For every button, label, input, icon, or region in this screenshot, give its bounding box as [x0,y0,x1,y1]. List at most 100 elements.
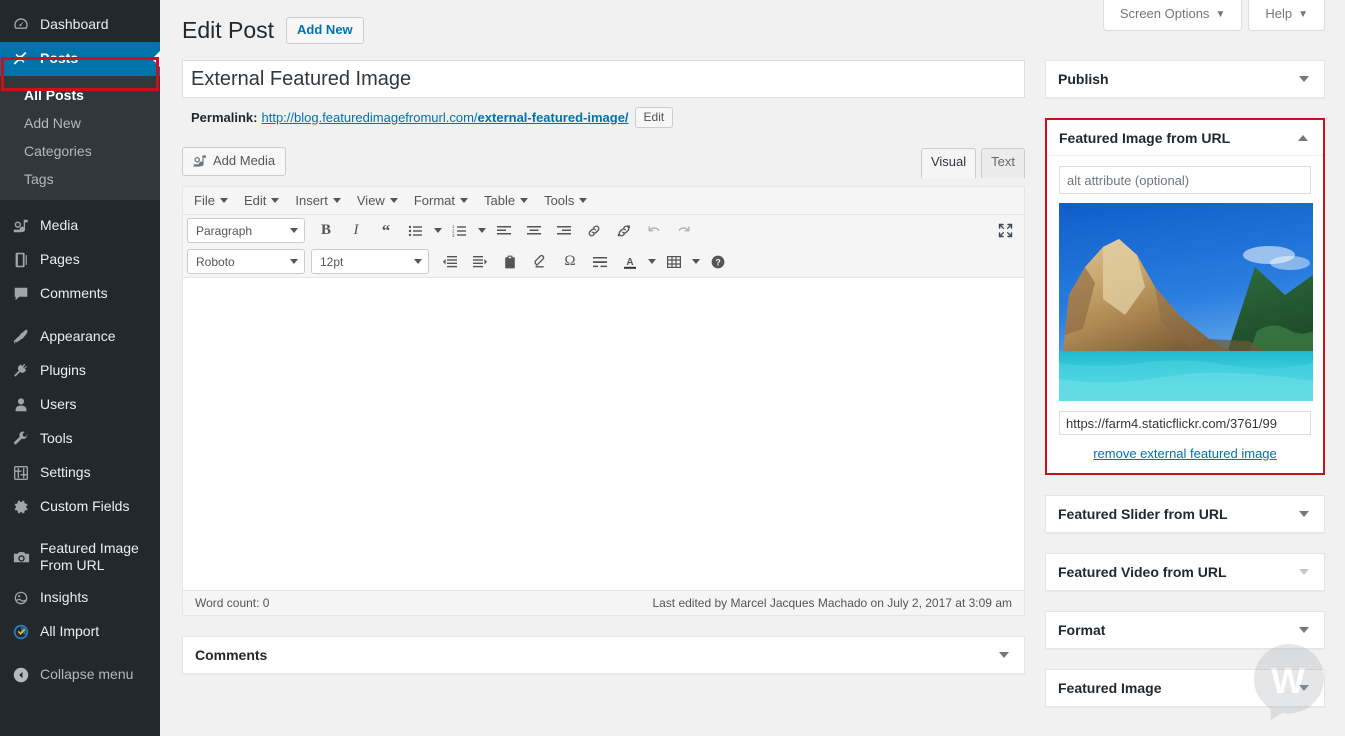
numbered-list-caret-icon[interactable] [475,218,489,243]
insert-link-icon[interactable] [579,218,609,243]
blockquote-icon[interactable]: “ [371,218,401,243]
chevron-down-icon[interactable] [1296,564,1312,580]
menu-tools[interactable]: Tools [536,190,595,212]
text-color-icon[interactable]: A [615,249,645,274]
text-color-caret-icon[interactable] [645,249,659,274]
menu-insert[interactable]: Insert [287,190,349,212]
sidebar-subitem-all-posts[interactable]: All Posts [0,81,160,109]
chevron-down-icon[interactable] [1296,680,1312,696]
format-metabox-header[interactable]: Format [1046,612,1324,648]
sidebar-item-custom-fields[interactable]: Custom Fields [0,490,160,524]
sidebar-item-label: Insights [40,589,88,607]
chevron-up-icon[interactable] [1295,130,1311,146]
sidebar-item-media[interactable]: Media [0,209,160,243]
edit-permalink-button[interactable]: Edit [635,107,674,128]
menu-edit[interactable]: Edit [236,190,287,212]
help-button[interactable]: Help▼ [1248,0,1325,31]
sidebar-item-tools[interactable]: Tools [0,422,160,456]
sidebar-item-users[interactable]: Users [0,388,160,422]
fifu-remove-link[interactable]: remove external featured image [1059,446,1311,461]
indent-icon[interactable] [465,249,495,274]
menu-format-label: Format [414,193,455,208]
redo-icon[interactable] [669,218,699,243]
fifu-metabox-title: Featured Image from URL [1059,130,1230,146]
chevron-down-icon: ▼ [1215,6,1225,23]
fullscreen-icon[interactable] [992,218,1018,243]
sidebar-item-insights[interactable]: Insights [0,581,160,615]
menu-file[interactable]: File [186,190,236,212]
table-caret-icon[interactable] [689,249,703,274]
special-character-icon[interactable]: Ω [555,249,585,274]
sidebar-subitem-tags[interactable]: Tags [0,165,160,193]
post-content-editable[interactable] [183,277,1024,590]
align-left-icon[interactable] [489,218,519,243]
featured-video-metabox-header[interactable]: Featured Video from URL [1046,554,1324,590]
sidebar-item-featured-image-from-url[interactable]: Featured Image From URL [0,533,160,581]
menu-tools-label: Tools [544,193,574,208]
sidebar-item-collapse-menu[interactable]: Collapse menu [0,658,160,692]
sidebar-item-comments[interactable]: Comments [0,277,160,311]
sidebar-item-appearance[interactable]: Appearance [0,320,160,354]
screen-options-button[interactable]: Screen Options▼ [1103,0,1243,31]
featured-image-metabox-title: Featured Image [1058,680,1161,696]
remove-link-icon[interactable] [609,218,639,243]
featured-image-metabox-header[interactable]: Featured Image [1046,670,1324,706]
chevron-down-icon[interactable] [1296,506,1312,522]
help-label: Help [1265,6,1292,21]
fifu-alt-input[interactable] [1059,166,1311,194]
undo-icon[interactable] [639,218,669,243]
horizontal-line-icon[interactable] [585,249,615,274]
font-size-select[interactable]: 12pt [311,249,429,274]
sidebar-item-posts[interactable]: Posts [0,42,160,76]
post-title-input[interactable] [182,60,1025,98]
permalink-label: Permalink: [191,110,257,125]
menu-table[interactable]: Table [476,190,536,212]
chevron-down-icon [390,198,398,203]
menu-format[interactable]: Format [406,190,476,212]
add-new-button[interactable]: Add New [286,17,364,44]
sidebar-subitem-categories[interactable]: Categories [0,137,160,165]
tab-visual[interactable]: Visual [921,148,976,178]
clear-formatting-icon[interactable] [525,249,555,274]
chevron-down-icon[interactable] [996,647,1012,663]
font-family-select[interactable]: Roboto [187,249,305,274]
comments-metabox-header[interactable]: Comments [183,637,1024,673]
editor-tools: Add Media Visual Text [182,143,1025,186]
sidebar-item-all-import[interactable]: All Import [0,615,160,649]
media-icon [11,216,31,236]
sidebar-subitem-add-new[interactable]: Add New [0,109,160,137]
sidebar-item-plugins[interactable]: Plugins [0,354,160,388]
bullet-list-caret-icon[interactable] [431,218,445,243]
italic-icon[interactable]: I [341,218,371,243]
format-select[interactable]: Paragraph [187,218,305,243]
wp-body: Screen Options▼ Help▼ Edit Post Add New … [160,0,1345,736]
keyboard-shortcuts-help-icon[interactable]: ? [703,249,733,274]
chevron-down-icon[interactable] [1296,622,1312,638]
menu-view[interactable]: View [349,190,406,212]
pin-icon [11,49,31,69]
sidebar-item-dashboard[interactable]: Dashboard [0,8,160,42]
align-right-icon[interactable] [549,218,579,243]
sidebar-item-pages[interactable]: Pages [0,243,160,277]
publish-metabox-header[interactable]: Publish [1046,61,1324,97]
menu-separator [0,649,160,658]
sidebar-item-settings[interactable]: Settings [0,456,160,490]
screen-meta-links: Screen Options▼ Help▼ [1103,0,1325,31]
tab-text[interactable]: Text [981,148,1025,178]
chevron-down-icon[interactable] [1296,71,1312,87]
outdent-icon[interactable] [435,249,465,274]
permalink-link[interactable]: http://blog.featuredimagefromurl.com/ext… [261,110,628,125]
paste-as-text-icon[interactable] [495,249,525,274]
bullet-list-icon[interactable] [401,218,431,243]
align-center-icon[interactable] [519,218,549,243]
fifu-url-input[interactable] [1059,411,1311,435]
fifu-metabox-header[interactable]: Featured Image from URL [1047,120,1323,156]
featured-slider-metabox-header[interactable]: Featured Slider from URL [1046,496,1324,532]
table-icon[interactable] [659,249,689,274]
add-media-button[interactable]: Add Media [182,147,286,176]
users-icon [11,395,31,415]
last-edited-info: Last edited by Marcel Jacques Machado on… [652,596,1012,610]
bold-icon[interactable]: B [311,218,341,243]
comments-icon [11,284,31,304]
numbered-list-icon[interactable]: 123 [445,218,475,243]
